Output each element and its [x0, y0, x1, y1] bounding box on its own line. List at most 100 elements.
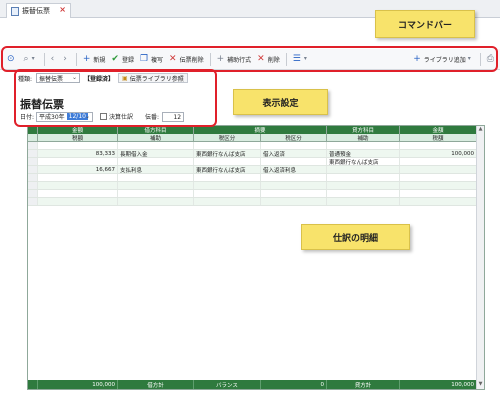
table-cell[interactable] [194, 190, 261, 197]
table-cell[interactable] [194, 198, 261, 205]
vertical-scrollbar[interactable]: ▲ ▼ [476, 126, 484, 389]
kind-select[interactable]: 振替伝票 ⌄ [36, 73, 81, 83]
table-row[interactable]: 83,333 長期借入金 東西銀行なんば支店 借入返済 普通預金 100,000 [28, 150, 477, 158]
table-cell[interactable] [28, 158, 38, 165]
table-cell[interactable] [327, 198, 400, 205]
table-cell[interactable] [118, 198, 194, 205]
table-cell[interactable] [261, 182, 327, 189]
closing-entry-checkbox[interactable] [100, 113, 108, 120]
toolbar-divider [209, 52, 211, 66]
table-cell[interactable] [28, 142, 38, 149]
table-cell[interactable]: 借入返済利息 [261, 166, 327, 173]
table-row[interactable]: 東西銀行なんば支店 [28, 158, 477, 166]
table-row[interactable] [28, 142, 477, 150]
view-menu-button[interactable]: ☰ ▾ [290, 51, 313, 68]
register-button[interactable]: ✔ 登録 [108, 51, 137, 68]
table-cell[interactable] [28, 190, 38, 197]
table-cell[interactable] [400, 190, 477, 197]
table-cell[interactable] [38, 142, 118, 149]
print-button[interactable]: ⎙ [484, 51, 500, 68]
plus-icon: + [413, 53, 421, 64]
tab-journal-voucher[interactable]: 振替伝票 × [6, 3, 71, 18]
table-cell[interactable] [28, 198, 38, 205]
delete-line-button[interactable]: ✕ 削除 [254, 51, 283, 68]
table-cell[interactable] [28, 166, 38, 173]
table-cell[interactable]: 借入返済 [261, 150, 327, 157]
table-cell[interactable] [327, 174, 400, 181]
table-cell[interactable]: 長期借入金 [118, 150, 194, 157]
slip-count-label: 伝番: [145, 114, 160, 121]
scroll-down-icon[interactable]: ▼ [477, 381, 484, 389]
table-cell[interactable] [400, 158, 477, 165]
table-cell[interactable] [400, 174, 477, 181]
close-tab-icon[interactable]: × [59, 5, 66, 14]
table-cell[interactable]: 東西銀行なんば支店 [194, 166, 261, 173]
grid-header-row-1: 金額 借方科目 摘要 貸方科目 金額 [28, 126, 477, 134]
table-cell[interactable] [261, 174, 327, 181]
table-cell[interactable] [261, 190, 327, 197]
scroll-up-icon[interactable]: ▲ [477, 126, 484, 134]
table-cell[interactable] [327, 142, 400, 149]
table-row[interactable]: 16,667 支払利息 東西銀行なんば支店 借入返済利息 [28, 166, 477, 174]
header-cell: 摘要 [194, 126, 327, 134]
table-cell[interactable] [28, 182, 38, 189]
table-row[interactable] [28, 190, 477, 198]
table-cell[interactable] [400, 166, 477, 173]
balance-label: バランス [194, 380, 261, 389]
library-add-button[interactable]: + ライブラリ追加 ▾ [410, 51, 477, 68]
date-row: 日付: 平成30年 12/10 ⌄ 決算仕訳 伝番: 12 [20, 111, 185, 122]
table-cell[interactable] [261, 198, 327, 205]
previous-button[interactable]: ‹ [48, 51, 61, 68]
copy-button[interactable]: ❐ 複写 [137, 51, 166, 68]
delete-slip-button[interactable]: ✕ 伝票削除 [166, 51, 207, 68]
table-cell[interactable] [327, 190, 400, 197]
table-cell[interactable] [118, 174, 194, 181]
table-cell[interactable]: 普通預金 [327, 150, 400, 157]
header-cell: 貸方科目 [327, 126, 400, 134]
table-row[interactable] [28, 198, 477, 206]
table-cell[interactable] [38, 174, 118, 181]
search-button[interactable]: ⌕ ▾ [21, 51, 41, 68]
table-cell[interactable]: 83,333 [38, 150, 118, 157]
table-cell[interactable] [118, 142, 194, 149]
table-cell[interactable] [261, 158, 327, 165]
table-cell[interactable]: 支払利息 [118, 166, 194, 173]
table-cell[interactable] [38, 182, 118, 189]
table-cell[interactable]: 16,667 [38, 166, 118, 173]
library-reference-button[interactable]: ▣ 伝票ライブラリ参照 [118, 73, 188, 83]
table-cell[interactable] [194, 174, 261, 181]
new-button[interactable]: + 新規 [80, 51, 109, 68]
back-circle-button[interactable]: ⊙ [4, 51, 21, 68]
table-cell[interactable] [118, 190, 194, 197]
header-cell [28, 134, 38, 142]
table-cell[interactable] [38, 198, 118, 205]
table-cell[interactable] [194, 182, 261, 189]
table-row[interactable] [28, 174, 477, 182]
table-cell[interactable] [28, 150, 38, 157]
chevron-down-icon: ▾ [31, 55, 35, 62]
table-cell[interactable]: 東西銀行なんば支店 [327, 158, 400, 165]
table-cell[interactable] [327, 182, 400, 189]
table-cell[interactable] [194, 142, 261, 149]
table-cell[interactable] [400, 142, 477, 149]
table-cell[interactable]: 100,000 [400, 150, 477, 157]
table-cell[interactable] [38, 158, 118, 165]
table-cell[interactable] [400, 198, 477, 205]
next-button[interactable]: › [60, 51, 73, 68]
add-line-button[interactable]: + 補助行式 [214, 51, 255, 68]
table-cell[interactable] [38, 190, 118, 197]
slip-count-input[interactable]: 12 [162, 111, 185, 122]
table-cell[interactable]: 東西銀行なんば支店 [194, 150, 261, 157]
chevron-down-icon: ⌄ [85, 112, 91, 120]
table-cell[interactable] [118, 182, 194, 189]
table-cell[interactable] [400, 182, 477, 189]
page-title: 振替伝票 [20, 98, 64, 111]
table-cell[interactable] [261, 142, 327, 149]
table-cell[interactable] [327, 166, 400, 173]
plus-icon: + [216, 53, 225, 64]
table-cell[interactable] [28, 174, 38, 181]
table-cell[interactable] [194, 158, 261, 165]
table-row[interactable] [28, 182, 477, 190]
table-cell[interactable] [118, 158, 194, 165]
date-input[interactable]: 平成30年 12/10 ⌄ [36, 111, 94, 122]
